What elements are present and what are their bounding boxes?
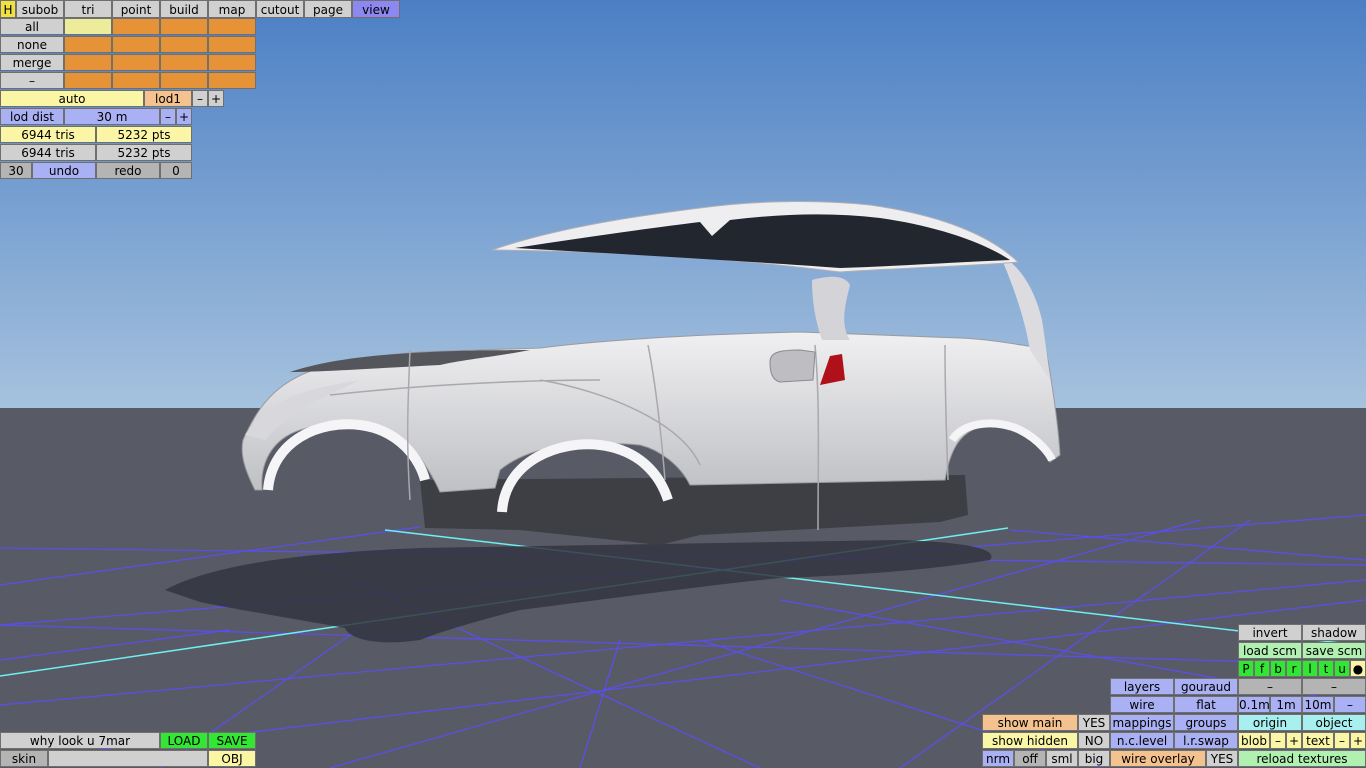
big-size-button[interactable]: big [1078, 750, 1110, 767]
3d-viewport[interactable] [0, 0, 1366, 768]
lod-dist-label: lod dist [0, 108, 64, 125]
slot-cell[interactable] [208, 36, 256, 53]
gouraud-button[interactable]: gouraud [1174, 678, 1238, 695]
save-scm-button[interactable]: save scm [1302, 642, 1366, 659]
slot-cell[interactable] [112, 36, 160, 53]
step-0-1m-button[interactable]: 0.1m [1238, 696, 1270, 713]
slot-cell[interactable] [64, 54, 112, 71]
slot-cell[interactable] [160, 54, 208, 71]
redo-button[interactable]: redo [96, 162, 160, 179]
lod-dist-minus-button[interactable]: – [160, 108, 176, 125]
lr-swap-button[interactable]: l.r.swap [1174, 732, 1238, 749]
text-button[interactable]: text [1302, 732, 1334, 749]
tab-view[interactable]: view [352, 0, 400, 18]
invert-button[interactable]: invert [1238, 624, 1302, 641]
flag-b-button[interactable]: b [1270, 660, 1286, 677]
flag-l-button[interactable]: l [1302, 660, 1318, 677]
object-button[interactable]: object [1302, 714, 1366, 731]
slot-cell[interactable] [64, 72, 112, 89]
tab-subob[interactable]: subob [16, 0, 64, 18]
point-count-total: 5232 pts [96, 144, 192, 161]
dash-button[interactable]: – [1238, 678, 1302, 695]
small-size-button[interactable]: sml [1046, 750, 1078, 767]
tri-count: 6944 tris [0, 126, 96, 143]
flat-button[interactable]: flat [1174, 696, 1238, 713]
undo-count: 30 [0, 162, 32, 179]
slot-cell[interactable] [64, 18, 112, 35]
point-count: 5232 pts [96, 126, 192, 143]
show-main-value[interactable]: YES [1078, 714, 1110, 731]
step-1m-button[interactable]: 1m [1270, 696, 1302, 713]
flag-f-button[interactable]: f [1254, 660, 1270, 677]
file-name-field[interactable]: why look u 7mar [0, 732, 160, 749]
slot-cell[interactable] [208, 18, 256, 35]
slot-cell[interactable] [208, 54, 256, 71]
obj-button[interactable]: OBJ [208, 750, 256, 767]
lod-auto-button[interactable]: auto [0, 90, 144, 107]
blob-plus-button[interactable]: + [1286, 732, 1302, 749]
nc-level-button[interactable]: n.c.level [1110, 732, 1174, 749]
flag-dot-button[interactable]: ● [1350, 660, 1366, 677]
merge-button[interactable]: merge [0, 54, 64, 71]
lod-plus-button[interactable]: + [208, 90, 224, 107]
tab-tri[interactable]: tri [64, 0, 112, 18]
reload-textures-button[interactable]: reload textures [1238, 750, 1366, 767]
flag-t-button[interactable]: t [1318, 660, 1334, 677]
wire-overlay-value[interactable]: YES [1206, 750, 1238, 767]
wire-button[interactable]: wire [1110, 696, 1174, 713]
normal-size-button[interactable]: nrm [982, 750, 1014, 767]
shadow-button[interactable]: shadow [1302, 624, 1366, 641]
blob-minus-button[interactable]: – [1270, 732, 1286, 749]
skin-label: skin [0, 750, 48, 767]
wire-overlay-button[interactable]: wire overlay [1110, 750, 1206, 767]
lod-dist-plus-button[interactable]: + [176, 108, 192, 125]
lod-minus-button[interactable]: – [192, 90, 208, 107]
tab-page[interactable]: page [304, 0, 352, 18]
dash-button[interactable]: – [0, 72, 64, 89]
show-hidden-value[interactable]: NO [1078, 732, 1110, 749]
save-button[interactable]: SAVE [208, 732, 256, 749]
show-main-button[interactable]: show main [982, 714, 1078, 731]
door-handle [769, 349, 816, 383]
step-10m-button[interactable]: 10m [1302, 696, 1334, 713]
origin-button[interactable]: origin [1238, 714, 1302, 731]
lod-dist-value[interactable]: 30 m [64, 108, 160, 125]
lod-level-button[interactable]: lod1 [144, 90, 192, 107]
layers-button[interactable]: layers [1110, 678, 1174, 695]
text-plus-button[interactable]: + [1350, 732, 1366, 749]
flag-u-button[interactable]: u [1334, 660, 1350, 677]
groups-button[interactable]: groups [1174, 714, 1238, 731]
slot-cell[interactable] [112, 72, 160, 89]
flag-p-button[interactable]: P [1238, 660, 1254, 677]
slot-cell[interactable] [160, 36, 208, 53]
tri-count-total: 6944 tris [0, 144, 96, 161]
mappings-button[interactable]: mappings [1110, 714, 1174, 731]
select-none-button[interactable]: none [0, 36, 64, 53]
tab-cutout[interactable]: cutout [256, 0, 304, 18]
slot-cell[interactable] [112, 18, 160, 35]
undo-button[interactable]: undo [32, 162, 96, 179]
off-size-button[interactable]: off [1014, 750, 1046, 767]
select-all-button[interactable]: all [0, 18, 64, 35]
tab-map[interactable]: map [208, 0, 256, 18]
load-button[interactable]: LOAD [160, 732, 208, 749]
show-hidden-button[interactable]: show hidden [982, 732, 1078, 749]
step-minus-button[interactable]: – [1334, 696, 1366, 713]
slot-cell[interactable] [208, 72, 256, 89]
slot-cell[interactable] [160, 72, 208, 89]
load-scm-button[interactable]: load scm [1238, 642, 1302, 659]
text-minus-button[interactable]: – [1334, 732, 1350, 749]
tab-point[interactable]: point [112, 0, 160, 18]
slot-cell[interactable] [160, 18, 208, 35]
flag-r-button[interactable]: r [1286, 660, 1302, 677]
blob-button[interactable]: blob [1238, 732, 1270, 749]
home-button[interactable]: H [0, 0, 16, 18]
redo-count: 0 [160, 162, 192, 179]
dash-button[interactable]: – [1302, 678, 1366, 695]
slot-cell[interactable] [64, 36, 112, 53]
slot-cell[interactable] [112, 54, 160, 71]
skin-field[interactable] [48, 750, 208, 767]
tab-build[interactable]: build [160, 0, 208, 18]
